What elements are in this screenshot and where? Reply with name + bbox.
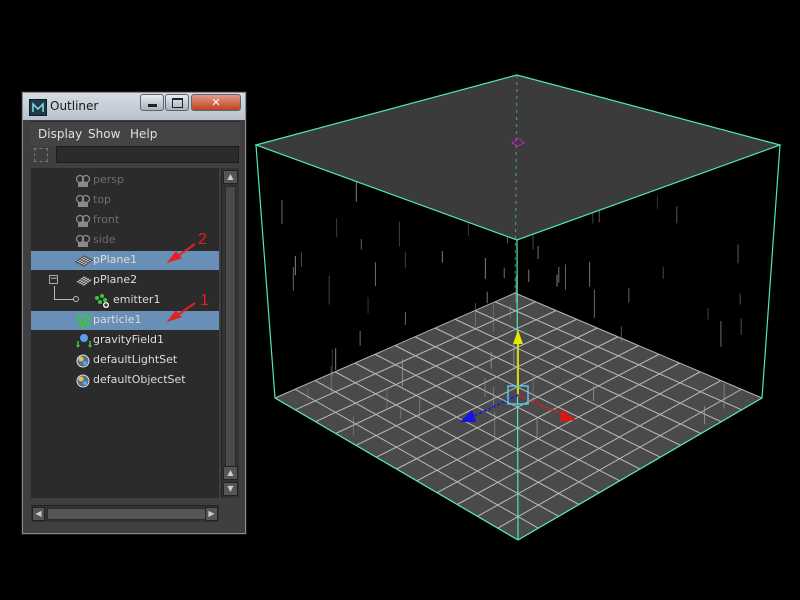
h-scroll-thumb[interactable] [47, 508, 207, 520]
window-title: Outliner [50, 99, 99, 113]
plane-mesh-icon [75, 253, 93, 267]
outliner-item[interactable]: persp [31, 171, 219, 190]
menu-display[interactable]: Display [38, 127, 82, 141]
maximize-button[interactable] [165, 94, 189, 111]
horizontal-scrollbar[interactable]: ◀ ▶ [31, 505, 219, 522]
emitter-plane[interactable] [254, 74, 783, 241]
scroll-thumb[interactable] [225, 186, 236, 470]
outliner-item-label: gravityField1 [93, 333, 165, 346]
outliner-item-label: defaultLightSet [93, 353, 178, 366]
outliner-item-label: persp [93, 173, 124, 186]
set-icon [75, 353, 91, 368]
outliner-item[interactable]: front [31, 211, 219, 230]
close-button[interactable]: ✕ [191, 94, 241, 111]
gravity-field-icon [75, 333, 92, 348]
connector-dot [73, 296, 79, 302]
outliner-item-label: emitter1 [113, 293, 161, 306]
maximize-icon [171, 97, 183, 108]
camera-icon [75, 233, 91, 247]
outliner-item-label: particle1 [93, 313, 142, 326]
outliner-item[interactable]: particle1 [31, 311, 219, 330]
menu-show[interactable]: Show [88, 127, 120, 141]
menu-bar: Display Show Help [30, 121, 240, 146]
outliner-item[interactable]: defaultObjectSet [31, 371, 219, 390]
set-icon [75, 373, 91, 388]
filter-row [31, 145, 241, 165]
outliner-item-label: top [93, 193, 112, 206]
emitter-icon [93, 293, 109, 308]
menu-help[interactable]: Help [130, 127, 157, 141]
minimize-icon [147, 103, 157, 107]
scroll-left-icon[interactable]: ◀ [32, 507, 45, 521]
camera-icon [75, 213, 91, 227]
vertical-scrollbar[interactable]: ▲ ▲ ▼ [221, 168, 239, 498]
outliner-window: Outliner ✕ Display Show Help persp top fro… [22, 92, 246, 534]
outliner-item[interactable]: emitter1 [31, 286, 219, 310]
scroll-up-icon[interactable]: ▲ [223, 170, 238, 184]
title-bar[interactable]: Outliner ✕ [23, 93, 245, 120]
outliner-tree: persp top front side pPlane1 − pPlane2 emitter1… [31, 168, 219, 498]
outliner-item[interactable]: side [31, 231, 219, 250]
camera-icon [75, 173, 91, 187]
outliner-item-label: side [93, 233, 116, 246]
filter-icon[interactable] [34, 148, 48, 162]
outliner-item[interactable]: pPlane1 [31, 251, 219, 270]
particle-icon [75, 313, 91, 328]
collapse-toggle-icon[interactable]: − [49, 275, 58, 284]
tree-connector [54, 286, 75, 300]
plane-mesh-icon [75, 273, 93, 287]
minimize-button[interactable] [140, 94, 164, 111]
outliner-item[interactable]: gravityField1 [31, 331, 219, 350]
scroll-down-icon[interactable]: ▼ [223, 482, 238, 496]
camera-icon [75, 193, 91, 207]
search-input[interactable] [56, 146, 239, 163]
scroll-up-icon[interactable]: ▲ [223, 466, 238, 480]
outliner-item[interactable]: top [31, 191, 219, 210]
outliner-item-label: pPlane1 [93, 253, 138, 266]
close-icon: ✕ [211, 96, 221, 109]
scroll-right-icon[interactable]: ▶ [205, 507, 218, 521]
maya-icon [29, 99, 47, 116]
outliner-item-label: front [93, 213, 120, 226]
outliner-item-label: pPlane2 [93, 273, 138, 286]
outliner-item-label: defaultObjectSet [93, 373, 186, 386]
outliner-item[interactable]: defaultLightSet [31, 351, 219, 370]
